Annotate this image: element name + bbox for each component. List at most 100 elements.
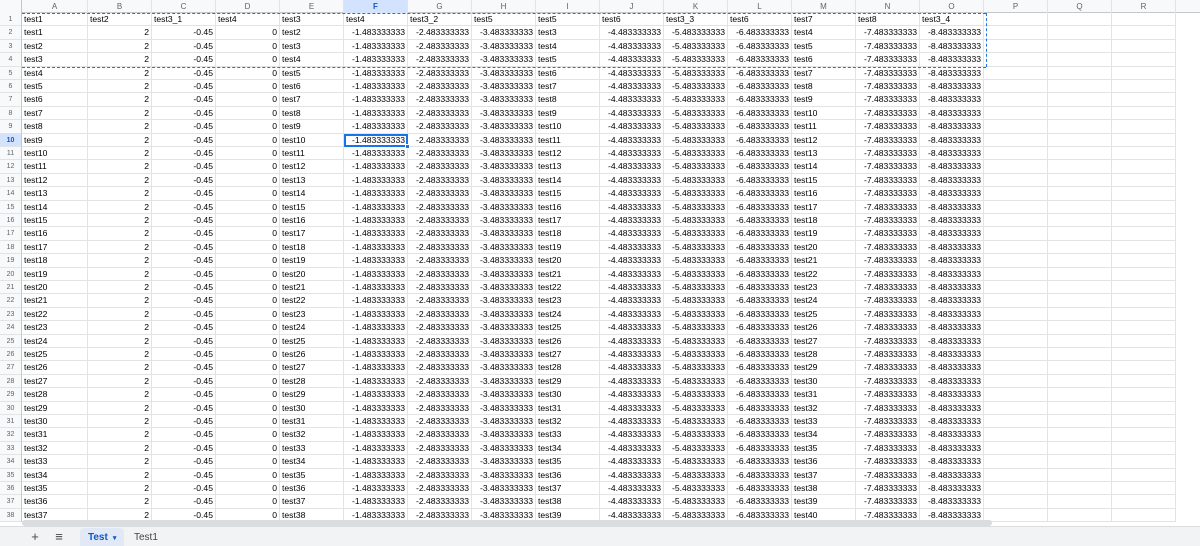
cell-b[interactable]: 2 — [88, 254, 152, 268]
cell-m[interactable]: test29 — [792, 361, 856, 375]
cell-p[interactable] — [984, 388, 1048, 402]
cell-i[interactable]: test27 — [536, 348, 600, 362]
cell-m[interactable]: test5 — [792, 39, 856, 54]
cell-a[interactable]: test20 — [22, 281, 88, 295]
fill-handle[interactable] — [405, 144, 410, 149]
cell-i[interactable]: test34 — [536, 441, 600, 456]
cell-g[interactable]: -2.483333333 — [408, 66, 472, 80]
cell-n[interactable]: -7.483333333 — [856, 160, 920, 174]
cell-p[interactable] — [984, 227, 1048, 241]
cell-f[interactable]: -1.483333333 — [344, 53, 408, 67]
cell-o[interactable]: -8.483333333 — [920, 200, 984, 214]
cell-b[interactable]: 2 — [88, 401, 152, 415]
cell-b[interactable]: 2 — [88, 214, 152, 228]
cell-j[interactable]: -4.483333333 — [600, 227, 664, 241]
cell-r[interactable] — [1112, 254, 1176, 268]
cell-k[interactable]: -5.483333333 — [664, 348, 728, 362]
cell-h[interactable]: -3.483333333 — [472, 428, 536, 442]
cell-n[interactable]: -7.483333333 — [856, 26, 920, 40]
cell-d[interactable]: 0 — [216, 307, 280, 322]
cell-a[interactable]: test15 — [22, 214, 88, 228]
cell-r[interactable] — [1112, 401, 1176, 415]
cell-n[interactable]: -7.483333333 — [856, 120, 920, 134]
cell-h[interactable]: -3.483333333 — [472, 106, 536, 121]
cell-i[interactable]: test33 — [536, 428, 600, 442]
cell-n[interactable]: -7.483333333 — [856, 267, 920, 281]
cell-n[interactable]: -7.483333333 — [856, 401, 920, 415]
cell-h[interactable]: -3.483333333 — [472, 441, 536, 456]
cell-r[interactable] — [1112, 133, 1176, 147]
cell-m[interactable]: test9 — [792, 93, 856, 107]
cell-a[interactable]: test5 — [22, 80, 88, 94]
cell-c[interactable]: -0.45 — [152, 187, 216, 201]
row-header[interactable]: 33 — [0, 441, 22, 456]
row-header[interactable]: 8 — [0, 106, 22, 121]
cell-q[interactable] — [1048, 39, 1112, 54]
cell-c[interactable]: -0.45 — [152, 66, 216, 80]
cell-d[interactable]: 0 — [216, 281, 280, 295]
cell-l[interactable]: -6.483333333 — [728, 307, 792, 322]
cell-l[interactable]: -6.483333333 — [728, 147, 792, 161]
cell-c[interactable]: -0.45 — [152, 348, 216, 362]
cell-i[interactable]: test28 — [536, 361, 600, 375]
column-header-f[interactable]: F — [344, 0, 408, 13]
cell-e[interactable]: test14 — [280, 187, 344, 201]
cell-c[interactable]: -0.45 — [152, 147, 216, 161]
cell-l[interactable]: -6.483333333 — [728, 120, 792, 134]
cell-d[interactable]: 0 — [216, 374, 280, 389]
cell-e[interactable]: test12 — [280, 160, 344, 174]
row-header[interactable]: 1 — [0, 13, 22, 27]
cell-g[interactable]: -2.483333333 — [408, 147, 472, 161]
cell-f[interactable]: -1.483333333 — [344, 240, 408, 255]
cell-d[interactable]: 0 — [216, 93, 280, 107]
cell-p[interactable] — [984, 80, 1048, 94]
cell-l[interactable]: -6.483333333 — [728, 401, 792, 415]
cell-c[interactable]: -0.45 — [152, 495, 216, 509]
cell-l[interactable]: -6.483333333 — [728, 482, 792, 496]
cell-e[interactable]: test35 — [280, 468, 344, 482]
cell-i[interactable]: test37 — [536, 482, 600, 496]
cell-a[interactable]: test22 — [22, 307, 88, 322]
cell-r[interactable] — [1112, 214, 1176, 228]
cell-e[interactable]: test34 — [280, 455, 344, 469]
cell-b[interactable]: 2 — [88, 334, 152, 348]
cell-l[interactable]: -6.483333333 — [728, 240, 792, 255]
cell-r[interactable] — [1112, 495, 1176, 509]
cell-g[interactable]: -2.483333333 — [408, 281, 472, 295]
cell-d[interactable]: 0 — [216, 80, 280, 94]
cell-l[interactable]: -6.483333333 — [728, 415, 792, 429]
cell-f[interactable]: -1.483333333 — [344, 441, 408, 456]
cell-r[interactable] — [1112, 147, 1176, 161]
cell-o[interactable]: -8.483333333 — [920, 240, 984, 255]
cell-h[interactable]: -3.483333333 — [472, 173, 536, 188]
cell-k[interactable]: -5.483333333 — [664, 173, 728, 188]
row-header[interactable]: 26 — [0, 348, 22, 362]
cell-r[interactable] — [1112, 26, 1176, 40]
cell-p[interactable] — [984, 482, 1048, 496]
cell-p[interactable] — [984, 267, 1048, 281]
cell-g[interactable]: -2.483333333 — [408, 321, 472, 335]
cell-k[interactable]: -5.483333333 — [664, 361, 728, 375]
cell-h[interactable]: -3.483333333 — [472, 26, 536, 40]
cell-c[interactable]: -0.45 — [152, 160, 216, 174]
cell-j[interactable]: -4.483333333 — [600, 26, 664, 40]
cell-r[interactable] — [1112, 200, 1176, 214]
cell-d[interactable]: 0 — [216, 388, 280, 402]
cell-k[interactable]: -5.483333333 — [664, 455, 728, 469]
cell-o[interactable]: -8.483333333 — [920, 187, 984, 201]
cell-j[interactable]: -4.483333333 — [600, 147, 664, 161]
cell-i[interactable]: test35 — [536, 455, 600, 469]
cell-o[interactable]: -8.483333333 — [920, 173, 984, 188]
cell-i[interactable]: test3 — [536, 26, 600, 40]
cell-p[interactable] — [984, 334, 1048, 348]
cell-e[interactable]: test31 — [280, 415, 344, 429]
cell-m[interactable]: test31 — [792, 388, 856, 402]
cell-e[interactable]: test27 — [280, 361, 344, 375]
cell-d[interactable]: 0 — [216, 495, 280, 509]
row-header[interactable]: 31 — [0, 415, 22, 429]
cell-o[interactable]: -8.483333333 — [920, 307, 984, 322]
cell-c[interactable]: -0.45 — [152, 294, 216, 308]
cell-r[interactable] — [1112, 240, 1176, 255]
cell-i[interactable]: test32 — [536, 415, 600, 429]
cell-m[interactable]: test20 — [792, 240, 856, 255]
